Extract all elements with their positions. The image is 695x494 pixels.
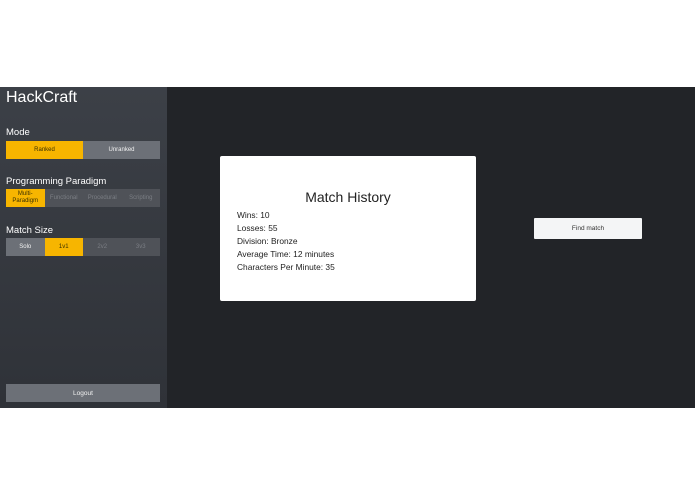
match-history-card: Match History Wins: 10 Losses: 55 Divisi…	[220, 156, 476, 301]
mode-label: Mode	[6, 127, 30, 138]
match-size-label: Match Size	[6, 225, 53, 236]
paradigm-option-procedural[interactable]: Procedural	[83, 189, 122, 207]
mode-selector: Ranked Unranked	[6, 141, 160, 159]
mode-option-unranked[interactable]: Unranked	[83, 141, 160, 159]
mode-option-ranked[interactable]: Ranked	[6, 141, 83, 159]
stat-average-time: Average Time: 12 minutes	[237, 249, 335, 259]
match-history-title: Match History	[305, 189, 391, 205]
match-size-option-2v2[interactable]: 2v2	[83, 238, 122, 256]
sidebar: HackCraft Mode Ranked Unranked Programmi…	[0, 87, 167, 408]
stat-characters-per-minute: Characters Per Minute: 35	[237, 262, 335, 272]
paradigm-selector: Multi-Paradigm Functional Procedural Scr…	[6, 189, 160, 207]
stat-wins: Wins: 10	[237, 210, 270, 220]
paradigm-option-multi[interactable]: Multi-Paradigm	[6, 189, 45, 207]
stat-division: Division: Bronze	[237, 236, 298, 246]
app-window: HackCraft Mode Ranked Unranked Programmi…	[0, 87, 695, 408]
match-size-selector: Solo 1v1 2v2 3v3	[6, 238, 160, 256]
find-match-button[interactable]: Find match	[534, 218, 642, 239]
match-size-option-1v1[interactable]: 1v1	[44, 238, 83, 256]
paradigm-option-scripting[interactable]: Scripting	[121, 189, 160, 207]
paradigm-label: Programming Paradigm	[6, 176, 107, 187]
stat-losses: Losses: 55	[237, 223, 278, 233]
paradigm-option-functional[interactable]: Functional	[44, 189, 83, 207]
match-size-option-solo[interactable]: Solo	[6, 238, 45, 256]
app-title: HackCraft	[6, 89, 78, 106]
main-panel: Match History Wins: 10 Losses: 55 Divisi…	[167, 87, 695, 408]
match-history-stats: Wins: 10 Losses: 55 Division: Bronze Ave…	[237, 209, 335, 274]
match-size-option-3v3[interactable]: 3v3	[121, 238, 160, 256]
logout-button[interactable]: Logout	[6, 384, 160, 402]
